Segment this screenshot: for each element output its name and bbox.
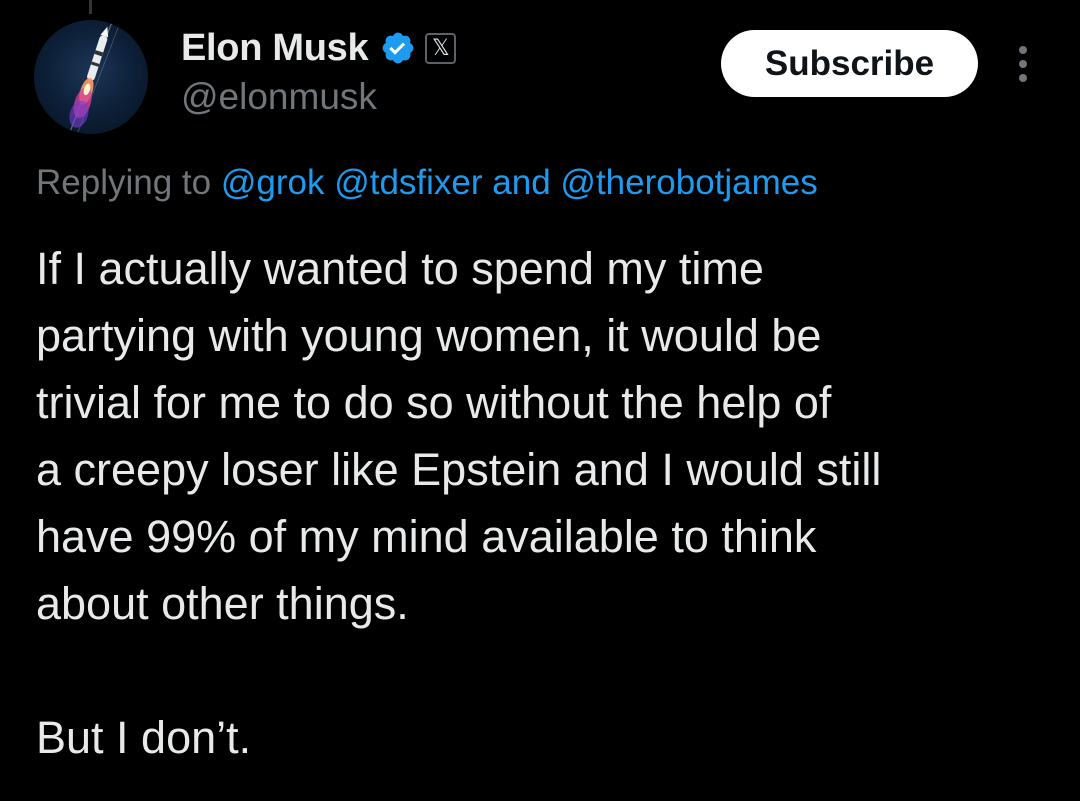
tweet-text-line: about other things. <box>36 578 409 629</box>
tweet-closing-line: But I don’t. <box>36 712 252 763</box>
tweet-text-line: a creepy loser like Epstein and I would … <box>36 444 882 495</box>
reply-context: Replying to @grok @tdsfixer and @therobo… <box>36 163 818 203</box>
avatar[interactable] <box>34 20 148 134</box>
x-logo-icon[interactable]: 𝕏 <box>425 32 457 64</box>
mention-conjunction[interactable]: and <box>492 163 550 202</box>
thread-connector-line <box>89 0 92 14</box>
verified-checkmark-icon[interactable] <box>380 30 416 66</box>
mention-link[interactable]: @tdsfixer <box>334 163 482 202</box>
reply-prefix: Replying to <box>36 163 212 202</box>
tweet-text-line: partying with young women, it would be <box>36 310 822 361</box>
mention-link[interactable]: @therobotjames <box>560 163 817 202</box>
author-name-row: Elon Musk 𝕏 <box>181 26 457 70</box>
author-display-name[interactable]: Elon Musk <box>181 27 369 70</box>
tweet-text: If I actually wanted to spend my time pa… <box>36 235 1046 771</box>
tweet-text-line: trivial for me to do so without the help… <box>36 377 832 428</box>
tweet-text-line: If I actually wanted to spend my time <box>36 243 764 294</box>
more-options-icon[interactable] <box>1008 44 1038 84</box>
tweet-text-line: have 99% of my mind available to think <box>36 511 817 562</box>
author-handle[interactable]: @elonmusk <box>181 76 377 118</box>
mention-link[interactable]: @grok <box>221 163 325 202</box>
subscribe-button[interactable]: Subscribe <box>721 30 978 97</box>
rocket-launch-avatar-image <box>69 21 119 133</box>
